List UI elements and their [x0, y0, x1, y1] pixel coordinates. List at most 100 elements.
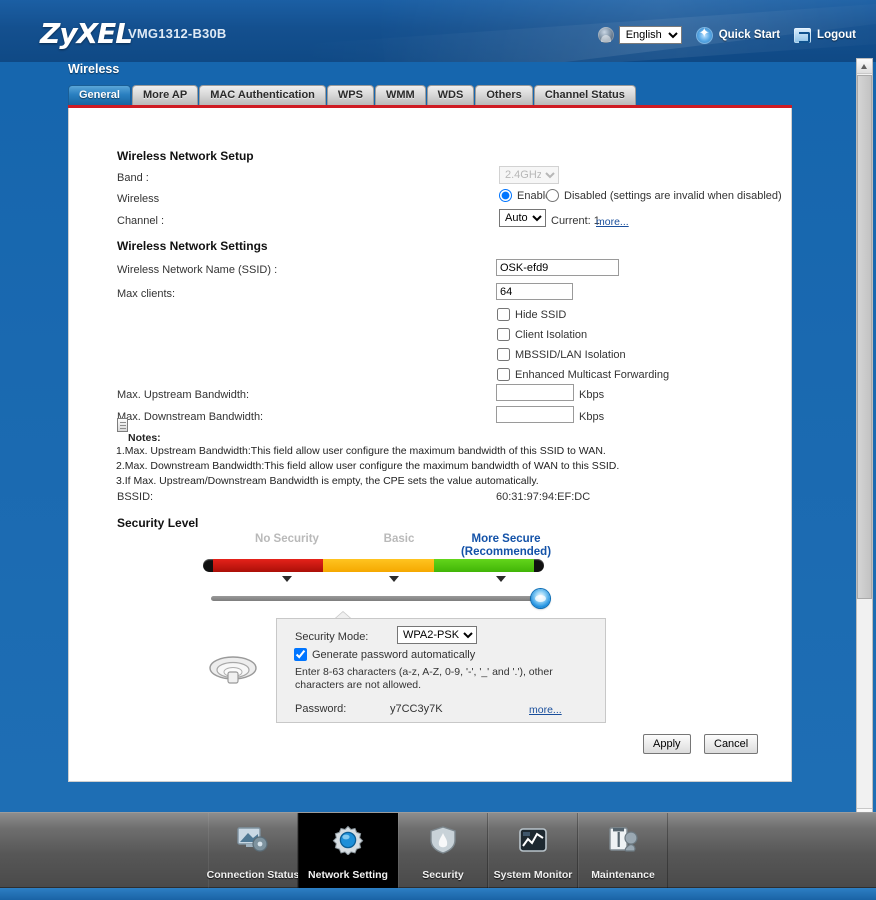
scrollbar-thumb[interactable]: [857, 75, 872, 599]
password-hint: Enter 8-63 characters (a-z, A-Z, 0-9, '-…: [295, 666, 553, 691]
bottom-base-strip: [0, 888, 876, 900]
mbssid-lan-isolation-row[interactable]: MBSSID/LAN Isolation: [497, 348, 626, 361]
hide-ssid-checkbox[interactable]: [497, 308, 510, 321]
wireless-enable-radio[interactable]: Enable: [499, 189, 551, 202]
wireless-network-setup-heading: Wireless Network Setup: [117, 149, 254, 163]
caret-no-security: [282, 576, 292, 582]
tab-general[interactable]: General: [68, 85, 131, 105]
gear-icon: [332, 825, 364, 855]
enhanced-multicast-label: Enhanced Multicast Forwarding: [515, 368, 670, 381]
security-bar-high: [434, 559, 534, 572]
password-value: y7CC3y7K: [390, 703, 443, 715]
max-clients-input[interactable]: [496, 283, 573, 300]
downstream-bandwidth-label: Max. Downstream Bandwidth:: [117, 411, 264, 423]
note-2: 2.Max. Downstream Bandwidth:This field a…: [116, 460, 620, 472]
apply-button[interactable]: Apply: [643, 734, 691, 754]
channel-select[interactable]: Auto: [499, 209, 546, 227]
mbssid-lan-isolation-label: MBSSID/LAN Isolation: [515, 348, 626, 361]
tab-others[interactable]: Others: [475, 85, 533, 105]
security-slider-knob[interactable]: [531, 589, 550, 608]
page-title: Wireless: [68, 62, 120, 76]
generate-password-row[interactable]: Generate password automatically: [294, 648, 475, 661]
generate-password-label: Generate password automatically: [312, 648, 476, 661]
tab-wps[interactable]: WPS: [326, 85, 374, 105]
tab-more-ap[interactable]: More AP: [131, 85, 199, 105]
caret-more-secure: [496, 576, 506, 582]
quick-start-button[interactable]: Quick Start: [695, 25, 780, 44]
security-slider-track[interactable]: [211, 596, 536, 601]
client-isolation-label: Client Isolation: [515, 328, 588, 341]
channel-more-link[interactable]: more...: [596, 216, 629, 228]
nav-security[interactable]: Security: [398, 813, 488, 889]
password-label: Password:: [295, 703, 347, 715]
header-controls: English Quick Start Logout: [584, 24, 856, 46]
security-mode-panel: Security Mode: WPA2-PSK Generate passwor…: [276, 618, 606, 723]
nav-network-setting[interactable]: Network Setting: [298, 813, 398, 889]
content-panel: Wireless Network Setup Band : 2.4GHz Wir…: [68, 108, 792, 782]
generate-password-checkbox[interactable]: [294, 648, 307, 661]
nav-connection-status[interactable]: Connection Status: [206, 813, 300, 889]
wireless-disabled-input[interactable]: [546, 189, 559, 202]
hide-ssid-row[interactable]: Hide SSID: [497, 308, 566, 321]
page-scrollbar[interactable]: [856, 58, 873, 824]
max-clients-label: Max clients:: [117, 288, 176, 300]
tab-wmm[interactable]: WMM: [374, 85, 426, 105]
nav-connection-status-label: Connection Status: [206, 869, 300, 881]
mbssid-lan-isolation-checkbox[interactable]: [497, 348, 510, 361]
bottom-nav-items: Connection Status Network Setting Securi…: [206, 813, 668, 889]
notes-icon: [117, 418, 128, 432]
model-name: VMG1312-B30B: [128, 26, 227, 41]
tab-channel-status[interactable]: Channel Status: [533, 85, 636, 105]
downstream-bandwidth-input[interactable]: [496, 406, 574, 423]
security-step-more-secure[interactable]: More Secure (Recommended): [441, 533, 571, 559]
nav-maintenance[interactable]: Maintenance: [578, 813, 668, 889]
logout-icon: [794, 27, 812, 43]
bottom-navigation: Connection Status Network Setting Securi…: [0, 812, 876, 889]
nav-system-monitor[interactable]: System Monitor: [488, 813, 578, 889]
wireless-general-form: Wireless Network Setup Band : 2.4GHz Wir…: [69, 108, 791, 780]
note-1: 1.Max. Upstream Bandwidth:This field all…: [116, 445, 606, 457]
shield-icon: [430, 826, 456, 854]
downstream-unit: Kbps: [579, 411, 605, 423]
chart-icon: [519, 828, 547, 852]
wireless-disabled-label: Disabled (settings are invalid when disa…: [564, 189, 782, 202]
scroll-up-button[interactable]: [857, 59, 872, 74]
bssid-value: 60:31:97:94:EF:DC: [496, 491, 591, 503]
logout-button[interactable]: Logout: [794, 27, 856, 43]
wireless-enable-input[interactable]: [499, 189, 512, 202]
client-isolation-row[interactable]: Client Isolation: [497, 328, 587, 341]
channel-label: Channel :: [117, 215, 165, 227]
cancel-button[interactable]: Cancel: [704, 734, 759, 754]
tab-wds[interactable]: WDS: [426, 85, 475, 105]
zyxel-logo: ZyXEL: [40, 17, 133, 50]
nav-network-setting-label: Network Setting: [308, 869, 388, 881]
security-mode-select[interactable]: WPA2-PSK: [397, 626, 477, 644]
notes-title: Notes:: [128, 432, 161, 444]
enhanced-multicast-checkbox[interactable]: [497, 368, 510, 381]
band-select[interactable]: 2.4GHz: [499, 166, 559, 184]
tab-bar: General More AP MAC Authentication WPS W…: [68, 84, 637, 105]
password-more-link[interactable]: more...: [529, 704, 562, 716]
hide-ssid-label: Hide SSID: [515, 308, 567, 321]
band-label: Band :: [117, 172, 149, 184]
more-secure-line2: (Recommended): [460, 546, 552, 558]
enhanced-multicast-row[interactable]: Enhanced Multicast Forwarding: [497, 368, 669, 381]
wireless-disabled-radio[interactable]: Disabled (settings are invalid when disa…: [546, 189, 782, 202]
security-step-no-security[interactable]: No Security: [227, 533, 347, 545]
user-icon: [597, 27, 614, 43]
security-level-gradient-bar: [203, 559, 544, 572]
security-bar-low: [213, 559, 323, 572]
router-admin-page: ZyXEL VMG1312-B30B English Quick Start L…: [0, 0, 876, 900]
upstream-unit: Kbps: [579, 389, 605, 401]
client-isolation-checkbox[interactable]: [497, 328, 510, 341]
wireless-label: Wireless: [117, 193, 160, 205]
security-bar-medium: [323, 559, 434, 572]
upstream-bandwidth-input[interactable]: [496, 384, 574, 401]
tab-mac-authentication[interactable]: MAC Authentication: [199, 85, 326, 105]
language-select[interactable]: English: [618, 26, 682, 44]
ssid-label: Wireless Network Name (SSID) :: [117, 264, 278, 276]
bssid-label: BSSID:: [117, 491, 154, 503]
channel-current: Current: 1: [551, 215, 600, 227]
language-selector[interactable]: English: [597, 26, 682, 44]
ssid-input[interactable]: [496, 259, 619, 276]
